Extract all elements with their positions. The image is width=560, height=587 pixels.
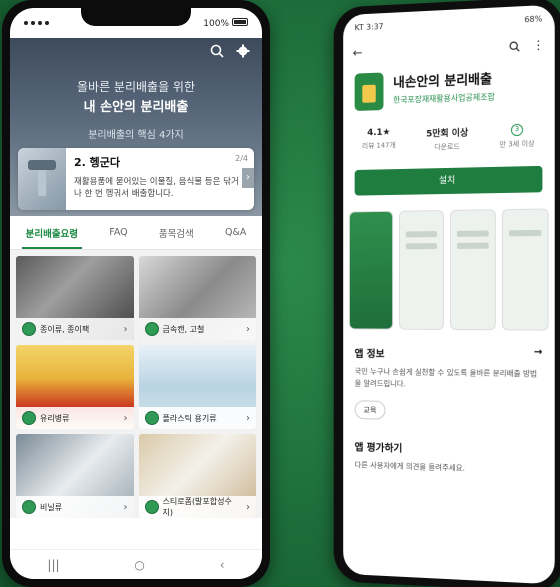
- downloads-stat: 5만회 이상 다운로드: [426, 128, 469, 152]
- signal-dots: [24, 21, 49, 25]
- right-screen: KT 3:37 68% ← ⋮ 내손안의 분리배출 한국포장재재활용사업공제조합…: [343, 4, 555, 585]
- tab-item-search[interactable]: 품목검색: [155, 218, 198, 248]
- left-phone: 100% 올바른 분리배출을 위한 내 손안의 분리배출 분리배출의 핵심 4가…: [2, 0, 270, 587]
- install-button[interactable]: 설치: [354, 165, 543, 196]
- tip-card[interactable]: 2. 헹군다 2/4 재활용품에 묻어있는 이물질, 음식물 등은 닦거나 한 …: [18, 148, 254, 210]
- category-chip[interactable]: 교육: [354, 400, 386, 420]
- rating-description: 다른 사용자에게 의견을 들려주세요.: [354, 460, 465, 473]
- about-description: 국민 누구나 손쉽게 실천할 수 있도록 올바른 분리배출 방법을 알려드립니다…: [354, 366, 537, 388]
- app-header: 내손안의 분리배출 한국포장재재활용사업공제조합: [343, 58, 555, 120]
- recycle-icon: [144, 411, 159, 425]
- app-name: 내손안의 분리배출: [393, 72, 493, 91]
- about-section-header[interactable]: 앱 정보 →: [343, 339, 555, 362]
- gear-icon[interactable]: [236, 44, 250, 58]
- tab-qna[interactable]: Q&A: [221, 219, 250, 246]
- tip-next-button[interactable]: ›: [242, 168, 254, 188]
- rating-stat: 4.1★ 리뷰 147개: [361, 127, 396, 151]
- category-grid: 종이류, 종이팩 › 금속캔, 고철 › 유리병류 › 플라스틱 용기류 › 비닐류 › …: [10, 250, 262, 518]
- chevron-right-icon: ›: [123, 323, 128, 335]
- chevron-right-icon: ›: [246, 323, 250, 335]
- chevron-right-icon: ›: [123, 412, 128, 424]
- recycle-icon: [144, 322, 159, 336]
- app-stats: 4.1★ 리뷰 147개 5만회 이상 다운로드 3 만 3세 이상: [343, 113, 555, 165]
- category-glass[interactable]: 유리병류 ›: [16, 345, 134, 429]
- search-icon[interactable]: [509, 40, 520, 52]
- tip-description: 재활용품에 묻어있는 이물질, 음식물 등은 닦거나 한 번 헹궈서 배출합니다…: [74, 177, 239, 200]
- tab-bar: 분리배출요령 FAQ 품목검색 Q&A: [10, 216, 262, 250]
- category-plastic[interactable]: 플라스틱 용기류 ›: [138, 345, 256, 429]
- hero-actions: [210, 44, 250, 58]
- chevron-right-icon: ›: [246, 412, 250, 424]
- category-paper[interactable]: 종이류, 종이팩 ›: [16, 256, 134, 340]
- back-arrow-icon[interactable]: ←: [353, 46, 363, 60]
- system-nav-bar: ||| ○ ‹: [10, 549, 262, 579]
- developer-link[interactable]: 한국포장재재활용사업공제조합: [393, 91, 495, 106]
- screenshot-3[interactable]: [449, 209, 496, 331]
- tab-faq[interactable]: FAQ: [105, 219, 131, 246]
- hero-banner: 올바른 분리배출을 위한 내 손안의 분리배출 분리배출의 핵심 4가지 2. …: [10, 38, 262, 216]
- hero-subtitle: 올바른 분리배출을 위한: [76, 80, 196, 94]
- recent-apps-button[interactable]: |||: [47, 558, 59, 572]
- category-vinyl[interactable]: 비닐류 ›: [16, 434, 134, 518]
- battery-status: 100%: [203, 17, 248, 29]
- age-rating-icon: 3: [510, 123, 524, 137]
- right-phone: KT 3:37 68% ← ⋮ 내손안의 분리배출 한국포장재재활용사업공제조합…: [333, 0, 560, 587]
- hero-title: 내 손안의 분리배출: [83, 100, 189, 115]
- recycle-icon: [22, 411, 36, 425]
- faucet-image: [18, 148, 66, 210]
- chevron-right-icon: ›: [123, 501, 128, 513]
- tip-title: 2. 헹군다: [74, 156, 121, 169]
- category-metal[interactable]: 금속캔, 고철 ›: [138, 256, 256, 340]
- app-icon: [354, 72, 384, 111]
- recycle-icon: [22, 322, 36, 336]
- chevron-right-icon: ›: [246, 501, 250, 513]
- more-vert-icon[interactable]: ⋮: [532, 38, 544, 53]
- screenshot-1[interactable]: [348, 210, 394, 330]
- battery-icon: [232, 17, 248, 26]
- screenshot-carousel[interactable]: [343, 198, 555, 341]
- screenshot-4[interactable]: [501, 208, 549, 331]
- notch: [81, 8, 191, 26]
- rating-section-header: 앱 평가하기: [354, 442, 403, 456]
- left-screen: 100% 올바른 분리배출을 위한 내 손안의 분리배출 분리배출의 핵심 4가…: [10, 8, 262, 579]
- tip-body: 2. 헹군다 2/4 재활용품에 묻어있는 이물질, 음식물 등은 닦거나 한 …: [66, 148, 254, 210]
- home-button[interactable]: ○: [134, 558, 144, 572]
- age-rating-stat: 3 만 3세 이상: [499, 123, 535, 149]
- hero-tagline: 분리배출의 핵심 4가지: [88, 130, 184, 141]
- tab-disposal-guide[interactable]: 분리배출요령: [21, 218, 83, 249]
- recycle-icon: [22, 500, 36, 514]
- arrow-right-icon[interactable]: →: [534, 347, 543, 362]
- screenshot-2[interactable]: [398, 210, 445, 330]
- category-styrofoam[interactable]: 스티로폼(발포합성수지) ›: [138, 434, 256, 518]
- search-icon[interactable]: [210, 44, 224, 58]
- recycle-icon: [144, 500, 159, 514]
- tip-page-indicator: 2/4: [235, 154, 248, 163]
- back-button[interactable]: ‹: [220, 558, 225, 572]
